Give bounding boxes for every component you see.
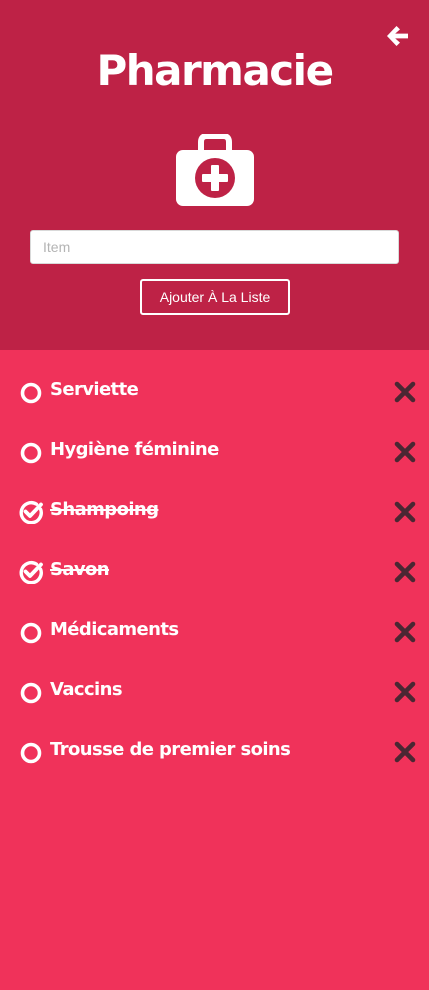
close-icon[interactable] xyxy=(393,560,417,584)
list-item-label: Hygiène féminine xyxy=(50,439,219,460)
list-item-label: Médicaments xyxy=(50,619,179,640)
list-item-trousse-de-premier-soins: Trousse de premier soins xyxy=(0,720,429,780)
list-item-label: Serviette xyxy=(50,379,139,400)
list-item-label: Vaccins xyxy=(50,679,123,700)
close-icon[interactable] xyxy=(393,440,417,464)
circle-icon[interactable] xyxy=(19,740,43,764)
list-item-vaccins: Vaccins xyxy=(0,660,429,720)
list-item-serviette: Serviette xyxy=(0,360,429,420)
list-item-label: Shampoing xyxy=(50,499,159,520)
item-input[interactable] xyxy=(30,230,399,264)
check-circle-icon[interactable] xyxy=(19,500,43,524)
first-aid-kit-icon xyxy=(176,134,254,206)
shopping-list: Serviette Hygiène féminine Shampoing Savon M… xyxy=(0,360,429,780)
close-icon[interactable] xyxy=(393,380,417,404)
close-icon[interactable] xyxy=(393,680,417,704)
list-item-shampoing: Shampoing xyxy=(0,480,429,540)
list-item-medicaments: Médicaments xyxy=(0,600,429,660)
list-item-label: Savon xyxy=(50,559,110,580)
header: Pharmacie Ajouter À La Liste xyxy=(0,0,429,350)
list-item-hygiene-feminine: Hygiène féminine xyxy=(0,420,429,480)
circle-icon[interactable] xyxy=(19,440,43,464)
list-item-savon: Savon xyxy=(0,540,429,600)
add-to-list-button[interactable]: Ajouter À La Liste xyxy=(140,279,290,315)
close-icon[interactable] xyxy=(393,620,417,644)
circle-icon[interactable] xyxy=(19,620,43,644)
page-title: Pharmacie xyxy=(96,46,334,95)
check-circle-icon[interactable] xyxy=(19,560,43,584)
circle-icon[interactable] xyxy=(19,680,43,704)
close-icon[interactable] xyxy=(393,500,417,524)
list-item-label: Trousse de premier soins xyxy=(50,739,291,760)
close-icon[interactable] xyxy=(393,740,417,764)
circle-icon[interactable] xyxy=(19,380,43,404)
